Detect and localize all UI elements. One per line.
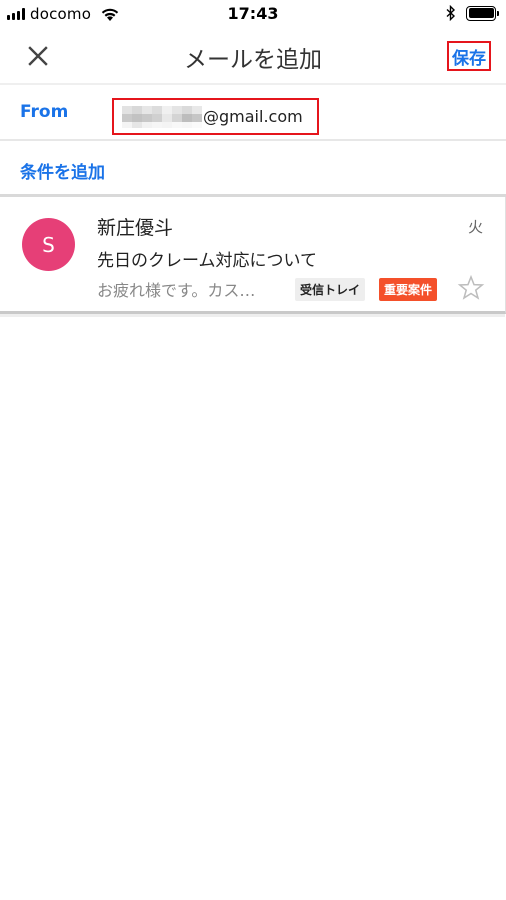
- save-button[interactable]: 保存: [447, 41, 491, 71]
- battery-fill: [468, 8, 494, 18]
- star-icon: [457, 274, 485, 300]
- status-bar: docomo 17:43: [0, 0, 506, 28]
- from-email-domain: @gmail.com: [203, 107, 303, 126]
- from-filter-row: From @gmail.com: [0, 85, 506, 141]
- add-condition-row: 条件を追加: [0, 141, 506, 197]
- status-right: [446, 5, 499, 21]
- add-condition-button[interactable]: 条件を追加: [20, 158, 105, 183]
- masked-email-local-part: [122, 105, 202, 128]
- mail-subject: 先日のクレーム対応について: [97, 251, 317, 271]
- star-button[interactable]: [457, 274, 485, 302]
- label-badge-inbox: 受信トレイ: [295, 278, 366, 301]
- avatar-initial: S: [42, 232, 55, 257]
- from-address-field[interactable]: @gmail.com: [112, 98, 319, 135]
- page-title: メールを追加: [184, 47, 322, 73]
- mail-snippet: お疲れ様です。カス…: [97, 281, 256, 300]
- app-bar: メールを追加 保存: [0, 28, 506, 85]
- battery-icon: [466, 5, 499, 21]
- mail-date: 火: [467, 218, 483, 236]
- status-time: 17:43: [227, 4, 279, 23]
- mail-list-item[interactable]: S 新庄優斗 火 先日のクレーム対応について お疲れ様です。カス… 受信トレイ …: [0, 197, 506, 317]
- from-label: From: [20, 102, 69, 122]
- label-badge-important: 重要案件: [379, 278, 438, 301]
- mail-sender: 新庄優斗: [97, 217, 174, 239]
- bluetooth-icon: [446, 5, 456, 21]
- avatar: S: [22, 218, 75, 271]
